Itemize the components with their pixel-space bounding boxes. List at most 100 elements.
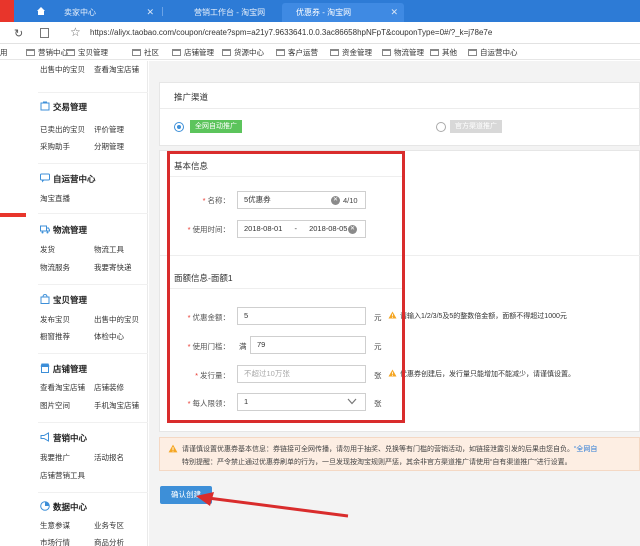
sidebar-section-shop[interactable]: 店铺管理	[40, 363, 87, 375]
folder-icon	[172, 49, 181, 56]
sidebar-section-self-operation[interactable]: 自运营中心	[40, 173, 96, 185]
folder-icon	[132, 49, 141, 56]
sidebar-link[interactable]: 市场行情	[40, 537, 70, 546]
bookmark-item[interactable]: 营销中心	[26, 47, 68, 58]
sidebar-link[interactable]: 发布宝贝	[40, 314, 70, 325]
window-marker	[0, 0, 14, 22]
sidebar-link[interactable]: 已卖出的宝贝	[40, 124, 85, 135]
sidebar-link[interactable]: 发货	[40, 244, 55, 255]
address-bar: ↻ ☆ https://aliyx.taobao.com/coupon/crea…	[0, 22, 640, 44]
sidebar-divider	[38, 284, 148, 285]
folder-icon	[330, 49, 339, 56]
tab-coupon[interactable]: 优惠券 - 淘宝网 ✕	[282, 3, 404, 22]
bookmark-item[interactable]: 店铺管理	[172, 47, 214, 58]
issue-hint: 优惠券创建后，发行量只能增加不能减少，请谨慎设置。	[388, 369, 575, 379]
bookmark-item[interactable]: 自运营中心	[468, 47, 518, 58]
bag-icon	[40, 294, 50, 304]
folder-icon	[222, 49, 231, 56]
url-text[interactable]: https://aliyx.taobao.com/coupon/create?s…	[90, 28, 492, 37]
sidebar-link[interactable]: 橱窗推荐	[40, 331, 70, 342]
page-icon[interactable]	[40, 28, 49, 38]
bookmark-label: 营销中心	[38, 48, 68, 57]
sidebar-link[interactable]: 采购助手	[40, 141, 70, 152]
sidebar-link[interactable]: 商品分析	[94, 537, 124, 546]
sidebar-link[interactable]: 物流工具	[94, 244, 124, 255]
sidebar-link[interactable]: 业务专区	[94, 520, 124, 531]
section-title: 宝贝管理	[53, 295, 88, 305]
hint-text: 优惠券创建后，发行量只能增加不能减少，请谨慎设置。	[400, 371, 575, 378]
folder-icon	[382, 49, 391, 56]
sidebar-link[interactable]: 出售中的宝贝	[40, 64, 85, 75]
trade-icon	[40, 101, 50, 111]
auto-promotion-tag[interactable]: 全网自动推广	[190, 120, 242, 133]
section-title: 营销中心	[53, 433, 88, 443]
megaphone-icon	[40, 432, 49, 442]
red-side-marker	[0, 213, 26, 217]
sidebar-link[interactable]: 查看淘宝店铺	[40, 382, 85, 393]
sidebar-link[interactable]: 评价管理	[94, 124, 124, 135]
sidebar-link[interactable]: 体检中心	[94, 331, 124, 342]
bookmark-label: 其他	[442, 48, 457, 57]
truck-icon	[40, 225, 50, 234]
reload-icon[interactable]: ↻	[14, 27, 23, 40]
bookmark-item[interactable]: 客户运营	[276, 47, 318, 58]
bookmark-label: 宝贝管理	[78, 48, 108, 57]
sidebar-link[interactable]: 手机淘宝店铺	[94, 400, 139, 411]
bookmark-item[interactable]: 其他	[430, 47, 457, 58]
bookmark-label: 资金管理	[342, 48, 372, 57]
sidebar-section-marketing[interactable]: 营销中心	[40, 432, 87, 444]
sidebar-divider	[38, 422, 148, 423]
bookmark-item[interactable]: 物流管理	[382, 47, 424, 58]
channel-panel	[159, 82, 640, 146]
bookmark-prefix: 用	[0, 48, 8, 57]
section-title: 数据中心	[53, 502, 88, 512]
sidebar-link[interactable]: 我要推广	[40, 452, 70, 463]
official-channel-radio[interactable]	[436, 122, 446, 132]
tab-label: 营销工作台 - 淘宝网	[194, 8, 266, 17]
sidebar-section-goods[interactable]: 宝贝管理	[40, 294, 87, 306]
bookmark-item[interactable]: 宝贝管理	[66, 47, 108, 58]
section-title: 交易管理	[53, 102, 88, 112]
folder-icon	[276, 49, 285, 56]
red-arrow-annotation	[196, 492, 349, 518]
section-title: 物流管理	[53, 225, 88, 235]
tab-seller-center[interactable]: 卖家中心 ✕	[50, 3, 160, 22]
close-tab-icon[interactable]: ✕	[390, 3, 398, 22]
tab-marketing-workbench[interactable]: 营销工作台 - 淘宝网	[180, 3, 280, 22]
bookmark-item[interactable]: 社区	[132, 47, 159, 58]
sidebar-link[interactable]: 活动报名	[94, 452, 124, 463]
sidebar-section-trade[interactable]: 交易管理	[40, 101, 87, 113]
sidebar-link[interactable]: 出售中的宝贝	[94, 314, 139, 325]
tab-divider	[162, 7, 163, 16]
sidebar-section-data[interactable]: 数据中心	[40, 501, 87, 513]
sidebar-link[interactable]: 查看淘宝店铺	[94, 64, 139, 75]
sidebar-link[interactable]: 店铺营销工具	[40, 470, 85, 481]
sidebar-link[interactable]: 物流服务	[40, 262, 70, 273]
notice-line-2: 特别提醒：严令禁止通过优惠券刷单的行为，一旦发现按淘宝规则严惩，其余非官方渠道推…	[182, 459, 572, 466]
close-tab-icon[interactable]: ✕	[146, 3, 154, 22]
bookmark-item[interactable]: 资金管理	[330, 47, 372, 58]
sidebar-link[interactable]: 店铺装修	[94, 382, 124, 393]
notice-link[interactable]: “全网自	[574, 446, 597, 453]
folder-icon	[468, 49, 477, 56]
hint-text: 请输入1/2/3/5及5的整数倍金额，面额不得超过1000元	[400, 313, 567, 320]
sidebar-divider	[38, 92, 148, 93]
sidebar-link[interactable]: 分期管理	[94, 141, 124, 152]
sidebar-section-logistics[interactable]: 物流管理	[40, 224, 87, 236]
bookmark-label: 客户运营	[288, 48, 318, 57]
auto-promotion-radio[interactable]	[174, 122, 184, 132]
sidebar-link[interactable]: 淘宝直播	[40, 193, 70, 204]
sidebar-link[interactable]: 生意参谋	[40, 520, 70, 531]
sidebar-link[interactable]: 我要寄快递	[94, 262, 132, 273]
home-icon[interactable]	[36, 6, 46, 16]
folder-icon	[430, 49, 439, 56]
amount-hint: 请输入1/2/3/5及5的整数倍金额，面额不得超过1000元	[388, 311, 567, 321]
bookmark-label: 店铺管理	[184, 48, 214, 57]
bookmark-label: 物流管理	[394, 48, 424, 57]
official-channel-tag[interactable]: 官方渠道推广	[450, 120, 502, 133]
sidebar-link[interactable]: 图片空间	[40, 400, 70, 411]
bookmark-star-icon[interactable]: ☆	[70, 25, 81, 39]
chat-icon	[40, 173, 50, 183]
bookmark-item[interactable]: 货源中心	[222, 47, 264, 58]
shop-icon	[40, 363, 50, 373]
